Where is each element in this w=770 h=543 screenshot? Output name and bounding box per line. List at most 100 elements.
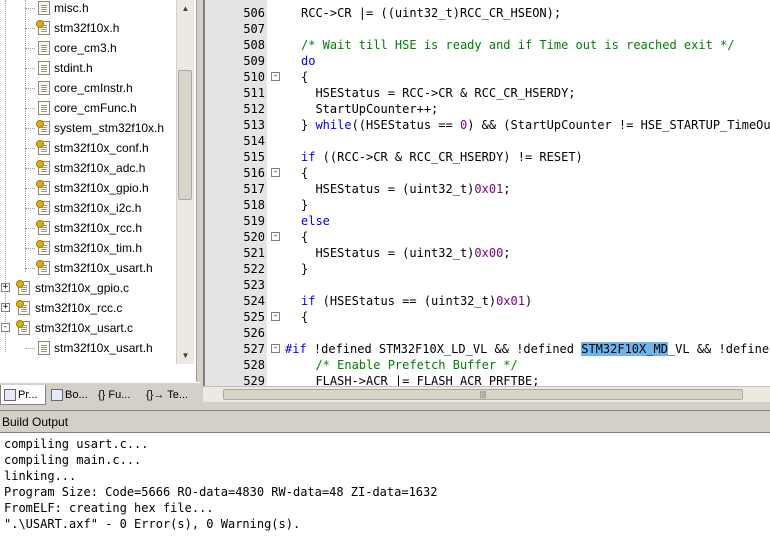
code-line[interactable]: 519 else — [205, 213, 770, 229]
code-token: while — [315, 118, 352, 132]
tree-guide-line — [25, 188, 35, 189]
code-token: ) && (StartUpCounter != HSE_STARTUP_Time… — [467, 118, 770, 132]
code-line[interactable]: 509 do — [205, 53, 770, 69]
code-line[interactable]: 526 — [205, 325, 770, 341]
code-line[interactable]: 527- #if !defined STM32F10X_LD_VL && !def… — [205, 341, 770, 357]
tree-group-item[interactable]: + stm32f10x_gpio.c — [0, 278, 176, 298]
code-text: StartUpCounter++; — [301, 101, 438, 117]
tree-file-item[interactable]: stm32f10x.h — [0, 18, 176, 38]
header-file-icon — [36, 220, 50, 235]
tab-functions[interactable]: {} Fu... — [98, 385, 144, 405]
code-editor[interactable]: 506 RCC->CR |= ((uint32_t)RCC_CR_HSEON); 5… — [203, 0, 770, 386]
tree-file-item[interactable]: stm32f10x_rcc.h — [0, 218, 176, 238]
code-line[interactable]: 506 RCC->CR |= ((uint32_t)RCC_CR_HSEON); — [205, 5, 770, 21]
tree-file-item[interactable]: core_cm3.h — [0, 38, 176, 58]
code-text: { — [301, 309, 308, 325]
header-file-icon — [38, 341, 50, 355]
code-line[interactable]: 521 HSEStatus = (uint32_t)0x00; — [205, 245, 770, 261]
tree-file-item[interactable]: stm32f10x_usart.h — [0, 338, 176, 358]
tree-item-label: stm32f10x_usart.h — [54, 341, 153, 355]
line-number: 513 — [243, 118, 265, 132]
line-number: 514 — [243, 134, 265, 148]
tree-file-item[interactable]: core_cmFunc.h — [0, 98, 176, 118]
tree-file-item[interactable]: stm32f10x_adc.h — [0, 158, 176, 178]
line-number: 517 — [243, 182, 265, 196]
code-line[interactable]: 528 /* Enable Prefetch Buffer */ — [205, 357, 770, 373]
tree-item-label: stm32f10x_gpio.c — [35, 281, 130, 295]
tree-file-item[interactable]: stdint.h — [0, 58, 176, 78]
tree-item-label: stm32f10x_rcc.c — [35, 301, 123, 315]
tree-file-item[interactable]: stm32f10x_conf.h — [0, 138, 176, 158]
code-text: /* Wait till HSE is ready and if Time ou… — [301, 37, 734, 53]
code-text: HSEStatus = (uint32_t)0x00; — [301, 245, 510, 261]
tab-books[interactable]: Bo... — [48, 385, 94, 405]
code-token: /* Enable Prefetch Buffer */ — [301, 358, 518, 372]
fold-collapse-icon[interactable]: - — [271, 312, 280, 321]
tree-item-label: stm32f10x_i2c.h — [54, 201, 142, 215]
tree-scroll-thumb[interactable] — [178, 70, 192, 200]
tab-project[interactable]: Pr... — [0, 385, 46, 405]
build-output-line: FromELF: creating hex file... — [4, 501, 214, 515]
code-line[interactable]: 514 — [205, 133, 770, 149]
line-number: 520 — [243, 230, 265, 244]
tree-file-item[interactable]: system_stm32f10x.h — [0, 118, 176, 138]
tree-file-item[interactable]: core_cmInstr.h — [0, 78, 176, 98]
code-token: ) — [524, 294, 533, 308]
expand-plus-icon[interactable]: + — [1, 303, 10, 312]
scroll-down-arrow-icon[interactable]: ▼ — [177, 347, 194, 364]
tree-vertical-scrollbar[interactable]: ▲ ▼ — [176, 0, 194, 364]
tree-file-item[interactable]: stm32f10x_gpio.h — [0, 178, 176, 198]
code-line[interactable]: 523 — [205, 277, 770, 293]
code-text: } — [301, 261, 308, 277]
code-line[interactable]: 520- { — [205, 229, 770, 245]
tree-item-label: core_cmFunc.h — [54, 101, 137, 115]
fold-collapse-icon[interactable]: - — [271, 232, 280, 241]
project-panel-tabs: Pr... Bo... {} Fu... {}→ Te... — [0, 382, 200, 407]
project-icon — [4, 389, 16, 402]
tree-file-item[interactable]: stm32f10x_usart.h — [0, 258, 176, 278]
build-output-panel[interactable]: compiling usart.c... compiling main.c... l… — [0, 432, 770, 543]
tree-group-item[interactable]: + stm32f10x_rcc.c — [0, 298, 176, 318]
header-file-icon — [36, 140, 50, 155]
tree-file-item[interactable]: stm32f10x_tim.h — [0, 238, 176, 258]
build-output-title: Build Output — [2, 415, 69, 429]
code-token: else — [301, 214, 330, 228]
code-line[interactable]: 529 FLASH->ACR |= FLASH_ACR_PRFTBE; — [205, 373, 770, 386]
c-file-icon — [16, 300, 30, 315]
code-line[interactable]: 512 StartUpCounter++; — [205, 101, 770, 117]
tree-file-item[interactable]: misc.h — [0, 0, 176, 18]
code-line[interactable]: 517 HSEStatus = (uint32_t)0x01; — [205, 181, 770, 197]
tree-item-label: stm32f10x.h — [54, 21, 120, 35]
editor-scroll-thumb[interactable]: ||| — [223, 389, 743, 400]
scroll-up-arrow-icon[interactable]: ▲ — [177, 0, 194, 17]
tree-file-item[interactable]: stm32f10x_i2c.h — [0, 198, 176, 218]
code-line[interactable]: 513} while((HSEStatus == 0) && (StartUpC… — [205, 117, 770, 133]
fold-collapse-icon[interactable]: - — [271, 168, 280, 177]
tab-templates[interactable]: {}→ Te... — [146, 385, 196, 405]
project-tree-panel[interactable]: misc.h stm32f10x.h core_cm3.h stdint.h core_… — [0, 0, 197, 382]
code-token: StartUpCounter++; — [301, 102, 439, 116]
code-line[interactable]: 516- { — [205, 165, 770, 181]
code-token: } — [301, 262, 309, 276]
tree-group-item[interactable]: - stm32f10x_usart.c — [0, 318, 176, 338]
code-line[interactable]: 510- { — [205, 69, 770, 85]
code-text: { — [301, 229, 308, 245]
line-number: 523 — [243, 278, 265, 292]
code-line[interactable]: 518} — [205, 197, 770, 213]
code-line[interactable]: 507 — [205, 21, 770, 37]
code-line[interactable]: 508 /* Wait till HSE is ready and if Time… — [205, 37, 770, 53]
code-line[interactable]: 525- { — [205, 309, 770, 325]
fold-collapse-icon[interactable]: - — [271, 72, 280, 81]
code-line[interactable]: 522} — [205, 261, 770, 277]
expand-plus-icon[interactable]: + — [1, 283, 10, 292]
collapse-minus-icon[interactable]: - — [1, 323, 10, 332]
code-line[interactable]: 511 HSEStatus = RCC->CR & RCC_CR_HSERDY; — [205, 85, 770, 101]
fold-collapse-icon[interactable]: - — [271, 344, 280, 353]
code-line[interactable]: 515 if ((RCC->CR & RCC_CR_HSERDY) != RESE… — [205, 149, 770, 165]
c-file-icon — [16, 320, 30, 335]
code-line[interactable]: 524 if (HSEStatus == (uint32_t)0x01) — [205, 293, 770, 309]
header-file-icon — [36, 160, 50, 175]
editor-horizontal-scrollbar[interactable]: ||| — [203, 386, 770, 402]
code-token: ((HSEStatus == — [351, 118, 460, 132]
tree-guide-line — [25, 108, 35, 109]
